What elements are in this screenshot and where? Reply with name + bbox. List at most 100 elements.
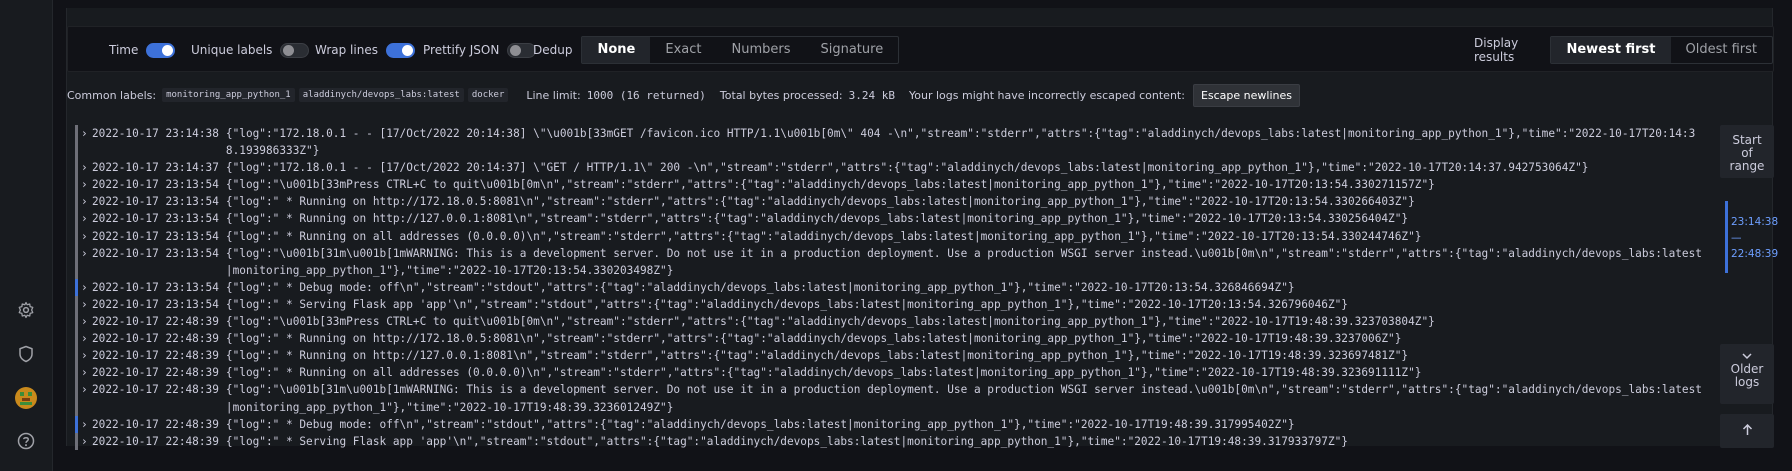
range-end-time: 22:48:39 bbox=[1731, 248, 1779, 260]
log-row[interactable]: › 2022-10-17 23:13:54 {"log":"\u001b[33mPr… bbox=[75, 176, 1705, 194]
bytes-processed-value: 3.24 kB bbox=[848, 88, 895, 102]
dedup-none-option[interactable]: None bbox=[582, 37, 651, 63]
dedup-numbers-option[interactable]: Numbers bbox=[716, 37, 805, 63]
unique-labels-switch[interactable] bbox=[280, 42, 310, 58]
log-row[interactable]: › 2022-10-17 23:14:38 {"log":"172.18.0.1 -… bbox=[75, 125, 1705, 160]
log-level-indicator bbox=[75, 415, 78, 433]
time-label: Time bbox=[109, 43, 139, 57]
oldest-first-option[interactable]: Oldest first bbox=[1671, 37, 1773, 63]
log-timestamp: 2022-10-17 22:48:39 bbox=[92, 417, 219, 431]
log-row[interactable]: › 2022-10-17 23:13:54 {"log":" * Running o… bbox=[75, 193, 1705, 211]
arrow-up-icon bbox=[1742, 423, 1752, 435]
log-timestamp: 2022-10-17 23:13:54 bbox=[92, 246, 219, 260]
log-message: {"log":" * Debug mode: off\n","stream":"… bbox=[225, 280, 1295, 294]
chevron-right-icon[interactable]: › bbox=[81, 296, 89, 313]
escape-warning-text: Your logs might have incorrectly escaped… bbox=[909, 88, 1185, 102]
log-row[interactable]: › 2022-10-17 22:48:39 {"log":" * Serving F… bbox=[75, 432, 1705, 450]
dedup-options: None Exact Numbers Signature bbox=[581, 36, 900, 64]
prettify-json-switch[interactable] bbox=[507, 42, 537, 58]
main-content: Time Unique labels Wrap lines Prettify J… bbox=[53, 0, 1792, 471]
dedup-signature-option[interactable]: Signature bbox=[805, 37, 898, 63]
log-level-indicator bbox=[75, 364, 78, 382]
log-level-indicator bbox=[75, 227, 78, 245]
log-row[interactable]: › 2022-10-17 23:13:54 {"log":"\u001b[31m\u… bbox=[75, 244, 1705, 279]
log-row[interactable]: › 2022-10-17 23:13:54 {"log":" * Running o… bbox=[75, 210, 1705, 228]
log-message: {"log":" * Running on all addresses (0.0… bbox=[225, 229, 1422, 243]
unique-labels-label: Unique labels bbox=[191, 43, 273, 57]
chevron-right-icon[interactable]: › bbox=[81, 279, 89, 296]
range-start-time: 23:14:38 bbox=[1731, 216, 1779, 228]
scroll-to-top-button[interactable] bbox=[1720, 414, 1774, 448]
log-level-indicator bbox=[75, 313, 78, 331]
log-timestamp: 2022-10-17 23:13:54 bbox=[92, 297, 219, 311]
chevron-right-icon[interactable]: › bbox=[81, 433, 89, 450]
prettify-json-toggle[interactable]: Prettify JSON bbox=[423, 27, 537, 73]
log-row[interactable]: › 2022-10-17 23:14:37 {"log":"172.18.0.1 -… bbox=[75, 159, 1705, 177]
shield-icon[interactable] bbox=[13, 341, 39, 367]
unique-labels-toggle[interactable]: Unique labels bbox=[191, 27, 310, 73]
log-message: {"log":"\u001b[31m\u001b[1mWARNING: This… bbox=[225, 383, 1702, 414]
older-logs-button[interactable]: Older logs bbox=[1720, 344, 1774, 404]
chevron-right-icon[interactable]: › bbox=[81, 193, 89, 210]
avatar[interactable] bbox=[13, 385, 39, 411]
chevron-right-icon[interactable]: › bbox=[81, 364, 89, 381]
log-level-indicator bbox=[75, 210, 78, 228]
chevron-right-icon[interactable]: › bbox=[81, 245, 89, 279]
chevron-right-icon[interactable]: › bbox=[81, 228, 89, 245]
wrap-lines-toggle[interactable]: Wrap lines bbox=[315, 27, 415, 73]
chevron-right-icon[interactable]: › bbox=[81, 381, 89, 415]
chevron-right-icon[interactable]: › bbox=[81, 176, 89, 193]
chevron-right-icon[interactable]: › bbox=[81, 330, 89, 347]
log-row[interactable]: › 2022-10-17 22:48:39 {"log":"\u001b[33mPr… bbox=[75, 313, 1705, 331]
log-timestamp: 2022-10-17 23:13:54 bbox=[92, 178, 219, 192]
order-options: Newest first Oldest first bbox=[1550, 36, 1773, 64]
log-message: {"log":" * Running on http://127.0.0.1:8… bbox=[225, 349, 1409, 363]
gear-icon[interactable] bbox=[13, 297, 39, 323]
chevron-right-icon[interactable]: › bbox=[81, 347, 89, 364]
log-row[interactable]: › 2022-10-17 22:48:39 {"log":" * Debug mod… bbox=[75, 415, 1705, 433]
common-label-chip: monitoring_app_python_1 bbox=[162, 88, 295, 102]
log-navigation: Start of range 23:14:38 — 22:48:39 Older… bbox=[1720, 125, 1778, 455]
help-icon[interactable] bbox=[13, 428, 39, 454]
log-row[interactable]: › 2022-10-17 22:48:39 {"log":"\u001b[31m\u… bbox=[75, 381, 1705, 416]
range-dash: — bbox=[1731, 232, 1742, 244]
log-level-indicator bbox=[75, 381, 78, 416]
newest-first-option[interactable]: Newest first bbox=[1551, 37, 1671, 63]
chevron-right-icon[interactable]: › bbox=[81, 210, 89, 227]
log-row[interactable]: › 2022-10-17 22:48:39 {"log":" * Running o… bbox=[75, 364, 1705, 382]
log-level-indicator bbox=[75, 244, 78, 279]
wrap-lines-label: Wrap lines bbox=[315, 43, 378, 57]
log-timestamp: 2022-10-17 22:48:39 bbox=[92, 383, 219, 397]
chevron-right-icon[interactable]: › bbox=[81, 159, 89, 176]
log-row[interactable]: › 2022-10-17 23:13:54 {"log":" * Debug mod… bbox=[75, 278, 1705, 296]
time-switch[interactable] bbox=[146, 42, 176, 58]
log-level-indicator bbox=[75, 347, 78, 365]
log-level-indicator bbox=[75, 193, 78, 211]
chevron-right-icon[interactable]: › bbox=[81, 313, 89, 330]
dedup-exact-option[interactable]: Exact bbox=[650, 37, 716, 63]
common-labels-label: Common labels: bbox=[67, 88, 157, 102]
escape-newlines-button[interactable]: Escape newlines bbox=[1192, 83, 1300, 107]
log-timestamp: 2022-10-17 22:48:39 bbox=[92, 315, 219, 329]
log-row[interactable]: › 2022-10-17 22:48:39 {"log":" * Running o… bbox=[75, 330, 1705, 348]
log-timestamp: 2022-10-17 22:48:39 bbox=[92, 349, 219, 363]
log-rows: › 2022-10-17 23:14:38 {"log":"172.18.0.1 -… bbox=[75, 125, 1705, 450]
log-row[interactable]: › 2022-10-17 23:13:54 {"log":" * Running o… bbox=[75, 227, 1705, 245]
log-message: {"log":" * Running on http://172.18.0.5:… bbox=[225, 195, 1415, 209]
chevron-right-icon[interactable]: › bbox=[81, 416, 89, 433]
log-meta-bar: Common labels: monitoring_app_python_1 a… bbox=[67, 83, 1300, 107]
log-timestamp: 2022-10-17 23:13:54 bbox=[92, 212, 219, 226]
log-message: {"log":"\u001b[31m\u001b[1mWARNING: This… bbox=[225, 246, 1702, 277]
log-message: {"log":" * Running on http://172.18.0.5:… bbox=[225, 332, 1402, 346]
start-of-range-button[interactable]: Start of range bbox=[1720, 125, 1774, 178]
time-toggle[interactable]: Time bbox=[109, 27, 176, 73]
log-row[interactable]: › 2022-10-17 22:48:39 {"log":" * Running o… bbox=[75, 347, 1705, 365]
log-row[interactable]: › 2022-10-17 23:13:54 {"log":" * Serving F… bbox=[75, 295, 1705, 314]
log-level-indicator bbox=[75, 330, 78, 348]
chevron-down-icon bbox=[1742, 353, 1752, 360]
log-message: {"log":"172.18.0.1 - - [17/Oct/2022 20:1… bbox=[225, 127, 1696, 158]
chevron-right-icon[interactable]: › bbox=[81, 125, 89, 159]
range-label: 23:14:38 — 22:48:39 bbox=[1731, 214, 1778, 262]
wrap-lines-switch[interactable] bbox=[385, 42, 415, 58]
log-message: {"log":" * Serving Flask app 'app'\n","s… bbox=[225, 297, 1348, 311]
